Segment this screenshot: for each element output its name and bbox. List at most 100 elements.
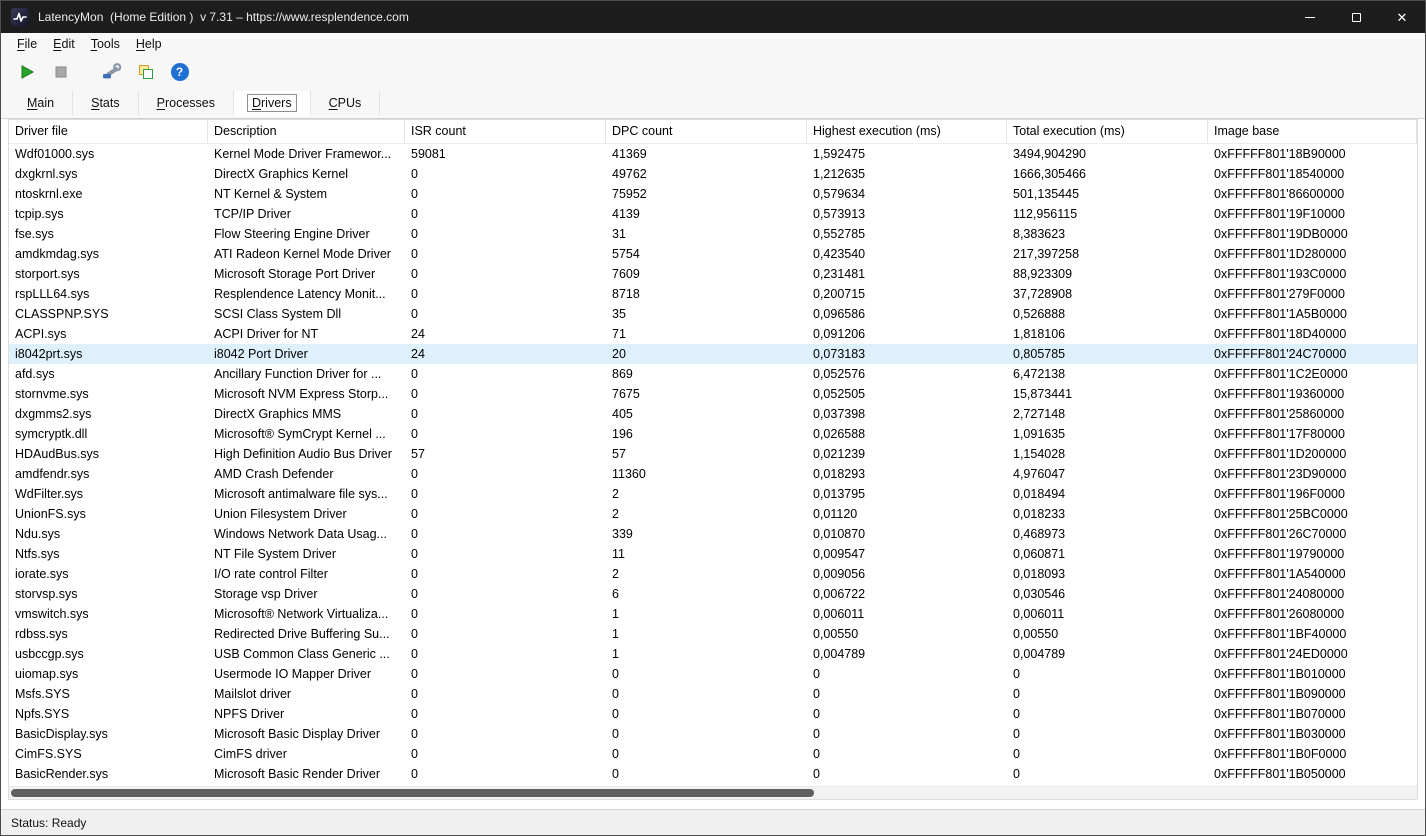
table-row[interactable]: WdFilter.sys Microsoft antimalware file s…: [9, 484, 1417, 504]
cell: dxgmms2.sys: [15, 407, 92, 421]
close-button[interactable]: ✕: [1379, 1, 1425, 33]
cell: 75952: [612, 187, 647, 201]
table-row[interactable]: symcryptk.dll Microsoft® SymCrypt Kernel …: [9, 424, 1417, 444]
cell: 0,021239: [813, 447, 866, 461]
table-row[interactable]: rspLLL64.sys Resplendence Latency Monit..…: [9, 284, 1417, 304]
maximize-button[interactable]: [1333, 1, 1379, 33]
column-header[interactable]: Image base: [1208, 120, 1417, 143]
cell: 71: [612, 327, 626, 341]
options-button[interactable]: [98, 59, 125, 85]
column-header[interactable]: ISR count: [405, 120, 606, 143]
menu-item-edit[interactable]: Edit: [45, 35, 83, 53]
table-row[interactable]: dxgkrnl.sys DirectX Graphics Kernel 0 49762…: [9, 164, 1417, 184]
table-row[interactable]: Msfs.SYS Mailslot driver 0 0 0 0 0xFFFFF801'1B…: [9, 684, 1417, 704]
table-row[interactable]: amdfendr.sys AMD Crash Defender 0 11360 0,01…: [9, 464, 1417, 484]
table-row[interactable]: UnionFS.sys Union Filesystem Driver 0 2 0,01…: [9, 504, 1417, 524]
table-row[interactable]: HDAudBus.sys High Definition Audio Bus Dr…: [9, 444, 1417, 464]
cell: 0,805785: [1013, 347, 1066, 361]
stop-monitor-button[interactable]: [47, 59, 74, 85]
column-header[interactable]: Highest execution (ms): [807, 120, 1007, 143]
cell: UnionFS.sys: [15, 507, 86, 521]
table-row[interactable]: usbccgp.sys USB Common Class Generic ... 0…: [9, 644, 1417, 664]
cell: 0,526888: [1013, 307, 1066, 321]
cell: 0: [411, 567, 418, 581]
column-header[interactable]: DPC count: [606, 120, 807, 143]
table-row[interactable]: i8042prt.sys i8042 Port Driver 24 20 0,07318…: [9, 344, 1417, 364]
table-row[interactable]: vmswitch.sys Microsoft® Network Virtualiz…: [9, 604, 1417, 624]
table-row[interactable]: storvsp.sys Storage vsp Driver 0 6 0,006722 0…: [9, 584, 1417, 604]
tab-stats[interactable]: Stats: [73, 91, 139, 116]
table-row[interactable]: stornvme.sys Microsoft NVM Express Storp.…: [9, 384, 1417, 404]
cell: iorate.sys: [15, 567, 69, 581]
menu-item-help[interactable]: Help: [128, 35, 170, 53]
table-row[interactable]: afd.sys Ancillary Function Driver for ...…: [9, 364, 1417, 384]
table-row[interactable]: dxgmms2.sys DirectX Graphics MMS 0 405 0,037…: [9, 404, 1417, 424]
help-button[interactable]: ?: [166, 59, 193, 85]
tab-cpus[interactable]: CPUs: [311, 91, 381, 116]
cell: 0xFFFFF801'18D40000: [1214, 327, 1347, 341]
cell: 11360: [612, 467, 646, 481]
cell: BasicDisplay.sys: [15, 727, 108, 741]
cell: Resplendence Latency Monit...: [214, 287, 386, 301]
cell: Ntfs.sys: [15, 547, 60, 561]
table-row[interactable]: storport.sys Microsoft Storage Port Drive…: [9, 264, 1417, 284]
cell: 0: [1013, 767, 1020, 781]
cell: 0xFFFFF801'26C70000: [1214, 527, 1347, 541]
cell: 0: [411, 387, 418, 401]
table-row[interactable]: tcpip.sys TCP/IP Driver 0 4139 0,573913 112,9…: [9, 204, 1417, 224]
cell: WdFilter.sys: [15, 487, 84, 501]
start-monitor-button[interactable]: [13, 59, 40, 85]
cell: 217,397258: [1013, 247, 1080, 261]
table-row[interactable]: Npfs.SYS NPFS Driver 0 0 0 0 0xFFFFF801'1B0700…: [9, 704, 1417, 724]
table-row[interactable]: BasicRender.sys Microsoft Basic Render Dr…: [9, 764, 1417, 784]
table-row[interactable]: amdkmdag.sys ATI Radeon Kernel Mode Drive…: [9, 244, 1417, 264]
tab-processes[interactable]: Processes: [139, 91, 234, 116]
tab-label: Processes: [156, 96, 215, 110]
cell: 0,026588: [813, 427, 866, 441]
stop-icon: [55, 66, 66, 78]
cell: 0,006722: [813, 587, 866, 601]
table-row[interactable]: iorate.sys I/O rate control Filter 0 2 0,009…: [9, 564, 1417, 584]
table-row[interactable]: ntoskrnl.exe NT Kernel & System 0 75952 0,57…: [9, 184, 1417, 204]
table-row[interactable]: CimFS.SYS CimFS driver 0 0 0 0 0xFFFFF801'1B0F…: [9, 744, 1417, 764]
cell: vmswitch.sys: [15, 607, 89, 621]
cell: 1,818106: [1013, 327, 1066, 341]
report-window-button[interactable]: [132, 59, 159, 85]
cell: 1666,305466: [1013, 167, 1086, 181]
table-row[interactable]: Ndu.sys Windows Network Data Usag... 0 339 0…: [9, 524, 1417, 544]
cell: 2: [612, 567, 619, 581]
tab-drivers[interactable]: Drivers: [233, 91, 311, 116]
column-header[interactable]: Driver file: [9, 120, 208, 143]
table-row[interactable]: Wdf01000.sys Kernel Mode Driver Framewor.…: [9, 144, 1417, 164]
cell: 49762: [612, 167, 647, 181]
tab-main[interactable]: Main: [9, 91, 74, 116]
cell: Ndu.sys: [15, 527, 61, 541]
table-row[interactable]: ACPI.sys ACPI Driver for NT 24 71 0,091206 1,…: [9, 324, 1417, 344]
cell: NT Kernel & System: [214, 187, 328, 201]
column-header[interactable]: Description: [208, 120, 405, 143]
cell: 0,052576: [813, 367, 866, 381]
cell: 0: [411, 547, 418, 561]
cell: CimFS.SYS: [15, 747, 82, 761]
scrollbar-thumb[interactable]: [11, 789, 814, 797]
cell: Microsoft NVM Express Storp...: [214, 387, 389, 401]
minimize-button[interactable]: [1287, 1, 1333, 33]
cell: 5754: [612, 247, 640, 261]
table-row[interactable]: CLASSPNP.SYS SCSI Class System Dll 0 35 0,09…: [9, 304, 1417, 324]
cell: 1,592475: [813, 147, 866, 161]
table-row[interactable]: Ntfs.sys NT File System Driver 0 11 0,009547…: [9, 544, 1417, 564]
cell: dxgkrnl.sys: [15, 167, 78, 181]
table-row[interactable]: uiomap.sys Usermode IO Mapper Driver 0 0 0 0 0…: [9, 664, 1417, 684]
cell: High Definition Audio Bus Driver: [214, 447, 392, 461]
cell: 0,423540: [813, 247, 866, 261]
horizontal-scrollbar[interactable]: [9, 786, 1417, 799]
table-row[interactable]: fse.sys Flow Steering Engine Driver 0 31 0,5…: [9, 224, 1417, 244]
column-header[interactable]: Total execution (ms): [1007, 120, 1208, 143]
table-row[interactable]: rdbss.sys Redirected Drive Buffering Su..…: [9, 624, 1417, 644]
cell: amdkmdag.sys: [15, 247, 100, 261]
cell: 24: [411, 347, 425, 361]
menu-item-tools[interactable]: Tools: [83, 35, 128, 53]
cell: 0,006011: [813, 607, 865, 621]
menu-item-file[interactable]: File: [9, 35, 45, 53]
table-row[interactable]: BasicDisplay.sys Microsoft Basic Display …: [9, 724, 1417, 744]
